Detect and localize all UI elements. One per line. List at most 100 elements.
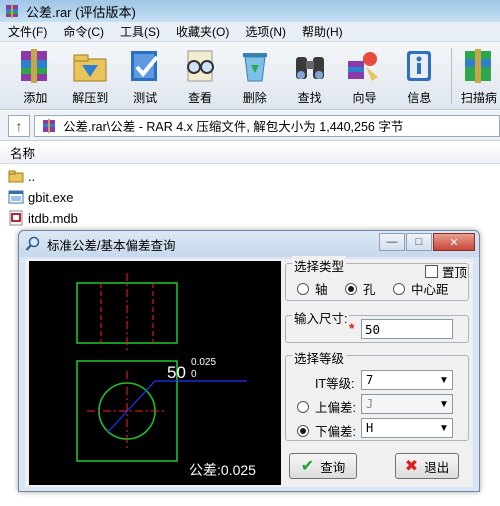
wizard-button[interactable]: 向导	[337, 42, 392, 108]
find-button[interactable]: 查找	[282, 42, 337, 108]
radio-dot	[297, 400, 309, 413]
file-name: ..	[28, 168, 36, 184]
radio-shaft-label: 轴	[315, 283, 328, 297]
column-name-label: 名称	[10, 147, 36, 161]
virus-scan-label: 扫描病	[460, 91, 497, 105]
add-button[interactable]: 添加	[8, 42, 63, 108]
list-item[interactable]: gbit.exe	[8, 187, 74, 207]
radio-shaft[interactable]: 轴	[297, 279, 328, 298]
up-arrow-icon: ↑	[15, 117, 23, 134]
add-archive-icon	[21, 49, 48, 83]
extract-to-label: 解压到	[72, 91, 109, 105]
virus-scan-button[interactable]: 扫描病	[458, 42, 500, 108]
tolerance-drawing: 50 0.025 0 公差:0.025	[29, 261, 281, 485]
view-button[interactable]: 查看	[173, 42, 228, 108]
check-icon: ✔	[300, 458, 315, 475]
exit-button[interactable]: ✖ 退出	[395, 453, 459, 479]
radio-hole[interactable]: 孔	[345, 279, 376, 298]
radio-dot	[345, 282, 357, 295]
test-label: 测试	[133, 91, 158, 105]
info-label: 信息	[407, 91, 432, 105]
menu-file[interactable]: 文件(F)	[0, 23, 55, 40]
test-check-icon	[131, 51, 159, 81]
size-group-title: 输入尺寸:	[292, 308, 350, 327]
tolerance-query-dialog: 标准公差/基本偏差查询 — □ ✕ 50 0.025 0 公差:0.025 选择…	[18, 230, 480, 492]
lower-deviation-label: 下偏差:	[315, 425, 356, 439]
radio-center-distance[interactable]: 中心距	[393, 279, 449, 298]
upper-deviation-value: J	[366, 397, 374, 411]
dialog-title: 标准公差/基本偏差查询	[47, 238, 176, 253]
test-button[interactable]: 测试	[118, 42, 173, 108]
column-header-name[interactable]: 名称	[0, 142, 500, 164]
it-grade-label: IT等级:	[315, 377, 355, 391]
menu-tools[interactable]: 工具(S)	[112, 23, 168, 40]
menu-favorites[interactable]: 收藏夹(O)	[168, 23, 237, 40]
info-icon	[407, 51, 432, 81]
exit-label: 退出	[424, 460, 450, 475]
delete-button[interactable]: 删除	[227, 42, 282, 108]
upper-deviation-select[interactable]: J ▼	[361, 394, 453, 414]
radio-dot	[393, 282, 405, 295]
chevron-down-icon: ▼	[439, 422, 449, 434]
view-label: 查看	[187, 91, 212, 105]
dialog-body: 50 0.025 0 公差:0.025 选择类型 置顶 轴 孔 中心距 输入尺寸…	[25, 256, 473, 487]
radio-center-distance-label: 中心距	[411, 283, 449, 297]
close-button[interactable]: ✕	[433, 233, 475, 251]
query-label: 查询	[320, 460, 346, 475]
radio-hole-label: 孔	[363, 283, 376, 297]
add-label: 添加	[23, 91, 48, 105]
extract-to-button[interactable]: 解压到	[63, 42, 118, 108]
archive-icon	[43, 118, 55, 133]
delete-label: 删除	[242, 91, 267, 105]
find-label: 查找	[297, 91, 322, 105]
lower-deviation-select[interactable]: H ▼	[361, 418, 453, 438]
caption-buttons: — □ ✕	[378, 233, 475, 251]
virus-scan-icon	[464, 49, 491, 83]
up-folder-button[interactable]: ↑	[8, 114, 30, 137]
radio-dot	[297, 282, 309, 295]
chevron-down-icon: ▼	[439, 374, 449, 386]
address-bar: ↑ 公差.rar\公差 - RAR 4.x 压缩文件, 解包大小为 1,440,…	[0, 111, 500, 141]
file-name: gbit.exe	[28, 189, 74, 205]
recycle-bin-icon	[242, 53, 267, 82]
query-button[interactable]: ✔ 查询	[289, 453, 357, 479]
magnifier-icon	[25, 236, 40, 251]
toolbar: 添加 解压到 测试 查看 删除 查找 向导 信息 扫描病	[0, 42, 500, 110]
menu-options[interactable]: 选项(N)	[237, 23, 294, 40]
type-group-title: 选择类型	[292, 256, 347, 275]
binoculars-icon	[295, 57, 324, 79]
menu-commands[interactable]: 命令(C)	[55, 23, 112, 40]
radio-upper-deviation[interactable]: 上偏差:	[297, 397, 356, 416]
upper-deviation-label: 上偏差:	[315, 401, 356, 415]
exe-file-icon	[8, 190, 24, 204]
maximize-button[interactable]: □	[406, 233, 432, 251]
minimize-icon: —	[386, 236, 398, 248]
path-field[interactable]: 公差.rar\公差 - RAR 4.x 压缩文件, 解包大小为 1,440,25…	[34, 114, 500, 137]
lower-deviation: 0	[191, 369, 197, 380]
toolbar-separator	[450, 48, 452, 104]
close-icon: ✕	[449, 236, 459, 249]
list-item[interactable]: ..	[8, 166, 35, 186]
wizard-icon	[348, 52, 379, 81]
dimension-value: 50	[167, 363, 186, 382]
title-bar: 公差.rar (评估版本)	[0, 0, 500, 22]
info-button[interactable]: 信息	[392, 42, 447, 108]
radio-dot	[297, 424, 309, 437]
list-item[interactable]: itdb.mdb	[8, 208, 78, 228]
maximize-icon: □	[415, 236, 423, 248]
lower-deviation-value: H	[366, 421, 374, 435]
radio-lower-deviation[interactable]: 下偏差:	[297, 421, 356, 440]
close-x-icon: ✖	[404, 458, 419, 475]
tolerance-result: 公差:0.025	[189, 462, 256, 478]
minimize-button[interactable]: —	[379, 233, 405, 251]
it-grade-value: 7	[366, 373, 374, 387]
size-input[interactable]: 50	[361, 319, 453, 339]
drawing-svg: 50 0.025 0 公差:0.025	[76, 273, 256, 478]
menu-bar: 文件(F) 命令(C) 工具(S) 收藏夹(O) 选项(N) 帮助(H)	[0, 22, 500, 42]
it-grade-select[interactable]: 7 ▼	[361, 370, 453, 390]
file-name: itdb.mdb	[28, 210, 78, 226]
dialog-title-bar: 标准公差/基本偏差查询 — □ ✕	[19, 231, 479, 257]
folder-up-icon	[8, 170, 24, 183]
winrar-icon	[6, 4, 18, 18]
menu-help[interactable]: 帮助(H)	[294, 23, 351, 40]
